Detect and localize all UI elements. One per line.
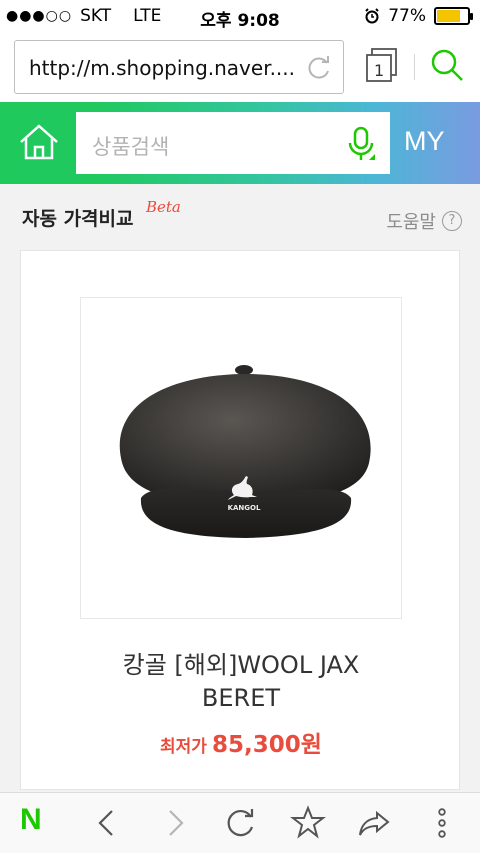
share-icon[interactable] (356, 805, 392, 841)
help-link[interactable]: 도움말 ? (386, 208, 462, 234)
price-row: 최저가 85,300원 (21, 725, 461, 759)
tabs-button[interactable]: 1 (364, 46, 400, 86)
help-label: 도움말 (386, 212, 436, 233)
tab-count-number: 1 (374, 61, 385, 80)
product-name[interactable]: 캉골 [해외]WOOL JAX BERET (21, 649, 461, 715)
address-bar[interactable]: http://m.shopping.naver.... (14, 40, 344, 94)
my-button[interactable]: MY (404, 126, 445, 157)
browser-toolbar: http://m.shopping.naver.... 1 (0, 34, 480, 102)
bottom-toolbar: N (0, 792, 480, 853)
refresh-icon[interactable] (222, 805, 258, 841)
reload-icon[interactable] (305, 54, 333, 82)
help-question-icon: ? (442, 211, 462, 231)
brand-logo-text: KANGOL (228, 504, 261, 512)
toolbar-divider (414, 54, 415, 80)
bookmark-star-icon[interactable] (290, 805, 326, 841)
home-icon[interactable] (18, 122, 60, 162)
product-card[interactable]: KANGOL 캉골 [해외]WOOL JAX BERET 최저가 85,300원 (20, 250, 460, 790)
search-icon[interactable] (430, 48, 464, 82)
product-search-input[interactable]: 상품검색 (76, 112, 390, 174)
beta-badge: Beta (146, 198, 181, 216)
product-name-line1: 캉골 [해외]WOOL JAX (122, 651, 360, 679)
product-name-line2: BERET (201, 684, 281, 712)
alarm-clock-icon (365, 8, 379, 24)
microphone-icon[interactable] (346, 126, 376, 162)
status-right: 77% (364, 6, 473, 26)
battery-icon (434, 7, 473, 25)
status-bar: ●●●○○ SKT LTE 오후 9:08 77% (0, 0, 480, 34)
lowest-price-value: 85,300원 (212, 732, 322, 758)
battery-fill (437, 10, 461, 22)
url-text[interactable]: http://m.shopping.naver.... (29, 56, 299, 80)
product-image[interactable]: KANGOL (80, 297, 402, 619)
naver-home-button[interactable]: N (20, 803, 56, 839)
section-title: 자동 가격비교 (22, 208, 134, 230)
lowest-price-label: 최저가 (160, 737, 207, 757)
beret-image: KANGOL (119, 365, 371, 538)
forward-icon[interactable] (156, 805, 192, 841)
more-menu-icon[interactable] (424, 805, 460, 841)
back-icon[interactable] (90, 805, 126, 841)
search-placeholder: 상품검색 (92, 135, 170, 159)
battery-percent: 77% (388, 6, 426, 26)
naver-header: 상품검색 MY (0, 102, 480, 184)
